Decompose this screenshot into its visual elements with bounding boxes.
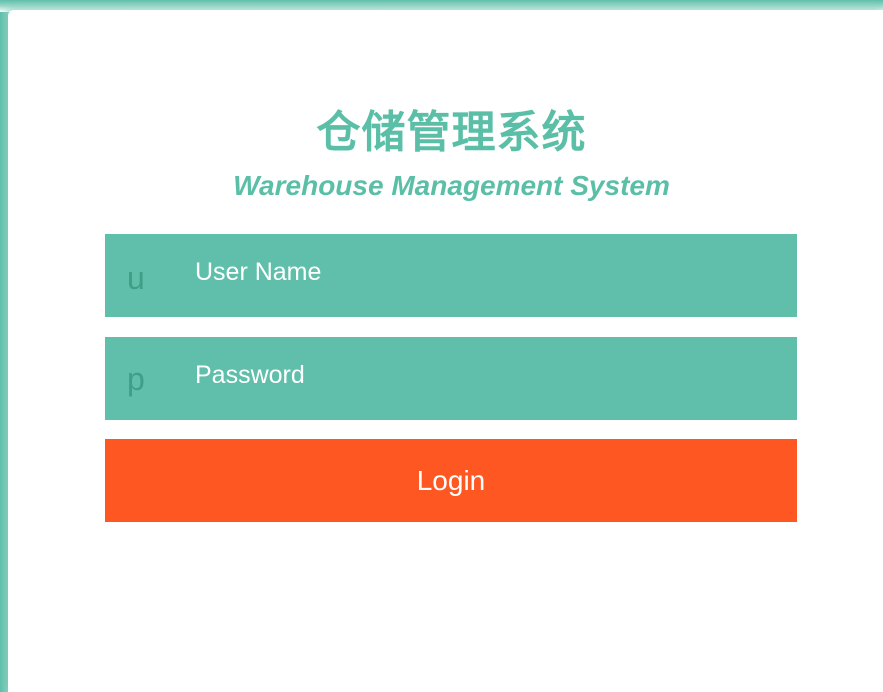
user-icon: u xyxy=(127,259,145,296)
page-subtitle: Warehouse Management System xyxy=(233,170,670,201)
username-field[interactable]: u xyxy=(105,231,797,317)
password-input[interactable] xyxy=(195,334,797,417)
username-input[interactable] xyxy=(195,231,797,314)
password-icon: p xyxy=(127,360,145,397)
login-button[interactable]: Login xyxy=(105,439,797,522)
page-title: 仓储管理系统 xyxy=(316,107,587,158)
password-field[interactable]: p xyxy=(105,334,797,420)
